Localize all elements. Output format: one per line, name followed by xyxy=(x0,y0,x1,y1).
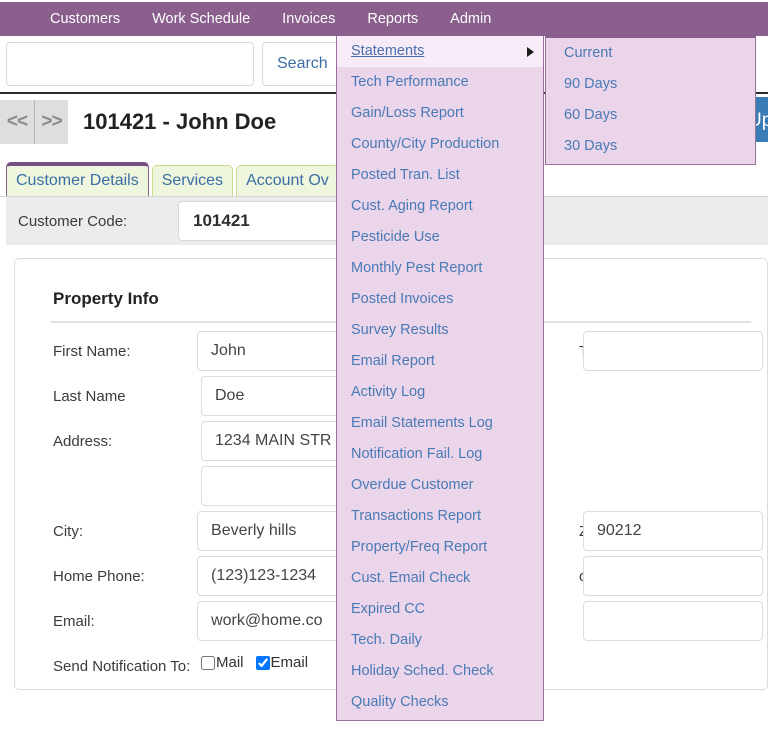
menu-item-monthly-pest-report[interactable]: Monthly Pest Report xyxy=(337,253,543,284)
menu-item-email-report[interactable]: Email Report xyxy=(337,346,543,377)
submenu-item-90-days[interactable]: 90 Days xyxy=(546,69,755,100)
send-notification-label: Send Notification To: xyxy=(53,658,191,675)
submenu-item-30-days[interactable]: 30 Days xyxy=(546,131,755,162)
menu-item-county-city-production[interactable]: County/City Production xyxy=(337,129,543,160)
menu-item-label: Tech. Daily xyxy=(351,632,422,648)
nav-item-invoices[interactable]: Invoices xyxy=(266,2,351,36)
menu-item-label: Gain/Loss Report xyxy=(351,105,464,121)
menu-item-gain-loss-report[interactable]: Gain/Loss Report xyxy=(337,98,543,129)
menu-item-holiday-sched-check[interactable]: Holiday Sched. Check xyxy=(337,656,543,687)
search-input[interactable] xyxy=(6,42,254,86)
reports-dropdown-menu[interactable]: Statements Tech Performance Gain/Loss Repo… xyxy=(336,36,544,721)
menu-item-cust-aging-report[interactable]: Cust. Aging Report xyxy=(337,191,543,222)
tab-services[interactable]: Services xyxy=(151,165,234,197)
chevron-right-icon xyxy=(527,46,534,57)
menu-item-cust-email-check[interactable]: Cust. Email Check xyxy=(337,563,543,594)
menu-item-label: Pesticide Use xyxy=(351,229,440,245)
app-root: Customers Work Schedule Invoices Reports Adm… xyxy=(0,0,768,747)
title-input[interactable] xyxy=(583,331,763,371)
menu-item-label: Cust. Email Check xyxy=(351,570,471,586)
menu-item-property-freq-report[interactable]: Property/Freq Report xyxy=(337,532,543,563)
page-title: 101421 - John Doe xyxy=(83,109,277,134)
nav-item-admin[interactable]: Admin xyxy=(434,2,507,36)
menu-item-quality-checks[interactable]: Quality Checks xyxy=(337,687,543,718)
menu-item-label: County/City Production xyxy=(351,136,500,152)
nav-item-work-schedule[interactable]: Work Schedule xyxy=(136,2,266,36)
submenu-item-60-days[interactable]: 60 Days xyxy=(546,100,755,131)
zip-input[interactable] xyxy=(583,511,763,551)
tab-customer-details[interactable]: Customer Details xyxy=(6,162,149,197)
menu-item-survey-results[interactable]: Survey Results xyxy=(337,315,543,346)
menu-item-label: Statements xyxy=(351,43,425,59)
phone2-input[interactable] xyxy=(583,601,763,641)
menu-item-label: Posted Invoices xyxy=(351,291,454,307)
menu-item-label: Activity Log xyxy=(351,384,426,400)
main-navbar: Customers Work Schedule Invoices Reports Adm… xyxy=(0,2,768,36)
menu-item-tech-daily[interactable]: Tech. Daily xyxy=(337,625,543,656)
menu-item-pesticide-use[interactable]: Pesticide Use xyxy=(337,222,543,253)
nav-item-customers[interactable]: Customers xyxy=(34,2,136,36)
menu-item-notification-fail-log[interactable]: Notification Fail. Log xyxy=(337,439,543,470)
address-label: Address: xyxy=(53,433,113,450)
menu-item-expired-cc[interactable]: Expired CC xyxy=(337,594,543,625)
notification-mail-label[interactable]: Mail xyxy=(216,654,244,671)
menu-item-label: Holiday Sched. Check xyxy=(351,663,494,679)
prev-customer-button[interactable]: << xyxy=(0,100,34,144)
notification-mail-checkbox[interactable] xyxy=(201,655,215,670)
menu-item-label: Quality Checks xyxy=(351,694,449,710)
city-label: City: xyxy=(53,523,83,540)
statements-submenu[interactable]: Current 90 Days 60 Days 30 Days xyxy=(545,36,756,165)
menu-item-label: Notification Fail. Log xyxy=(351,446,483,462)
navbar-items: Customers Work Schedule Invoices Reports Adm… xyxy=(0,2,768,36)
menu-item-label: Overdue Customer xyxy=(351,477,474,493)
menu-item-transactions-report[interactable]: Transactions Report xyxy=(337,501,543,532)
menu-item-email-statements-log[interactable]: Email Statements Log xyxy=(337,408,543,439)
tab-strip: Customer Details Services Account Ov xyxy=(6,162,342,197)
tab-account-ov[interactable]: Account Ov xyxy=(236,165,339,197)
notification-email-checkbox[interactable] xyxy=(255,655,270,670)
menu-item-activity-log[interactable]: Activity Log xyxy=(337,377,543,408)
menu-item-posted-tran-list[interactable]: Posted Tran. List xyxy=(337,160,543,191)
menu-item-label: Tech Performance xyxy=(351,74,469,90)
menu-item-label: Transactions Report xyxy=(351,508,482,524)
email-label: Email: xyxy=(53,613,95,630)
menu-item-tech-performance[interactable]: Tech Performance xyxy=(337,67,543,98)
menu-item-overdue-customer[interactable]: Overdue Customer xyxy=(337,470,543,501)
menu-item-label: Survey Results xyxy=(351,322,449,338)
menu-item-label: Expired CC xyxy=(351,601,426,617)
menu-item-label: Email Report xyxy=(351,353,435,369)
home-phone-label: Home Phone: xyxy=(53,568,145,585)
submenu-item-current[interactable]: Current xyxy=(546,38,755,69)
next-customer-button[interactable]: >> xyxy=(34,100,68,144)
menu-item-statements[interactable]: Statements xyxy=(337,36,543,67)
nav-item-reports[interactable]: Reports xyxy=(351,2,435,36)
menu-item-label: Property/Freq Report xyxy=(351,539,488,555)
phone-input[interactable] xyxy=(583,556,763,596)
menu-item-label: Monthly Pest Report xyxy=(351,260,483,276)
menu-item-label: Posted Tran. List xyxy=(351,167,460,183)
menu-item-label: Email Statements Log xyxy=(351,415,493,431)
first-name-label: First Name: xyxy=(53,343,131,360)
notification-checkbox-group: Mail Email xyxy=(201,646,320,671)
address2-label xyxy=(53,466,201,478)
property-info-title: Property Info xyxy=(53,289,159,308)
customer-code-label: Customer Code: xyxy=(18,212,128,230)
notification-email-label[interactable]: Email xyxy=(271,654,309,671)
menu-item-label: Cust. Aging Report xyxy=(351,198,473,214)
last-name-label: Last Name xyxy=(53,388,126,405)
menu-item-posted-invoices[interactable]: Posted Invoices xyxy=(337,284,543,315)
